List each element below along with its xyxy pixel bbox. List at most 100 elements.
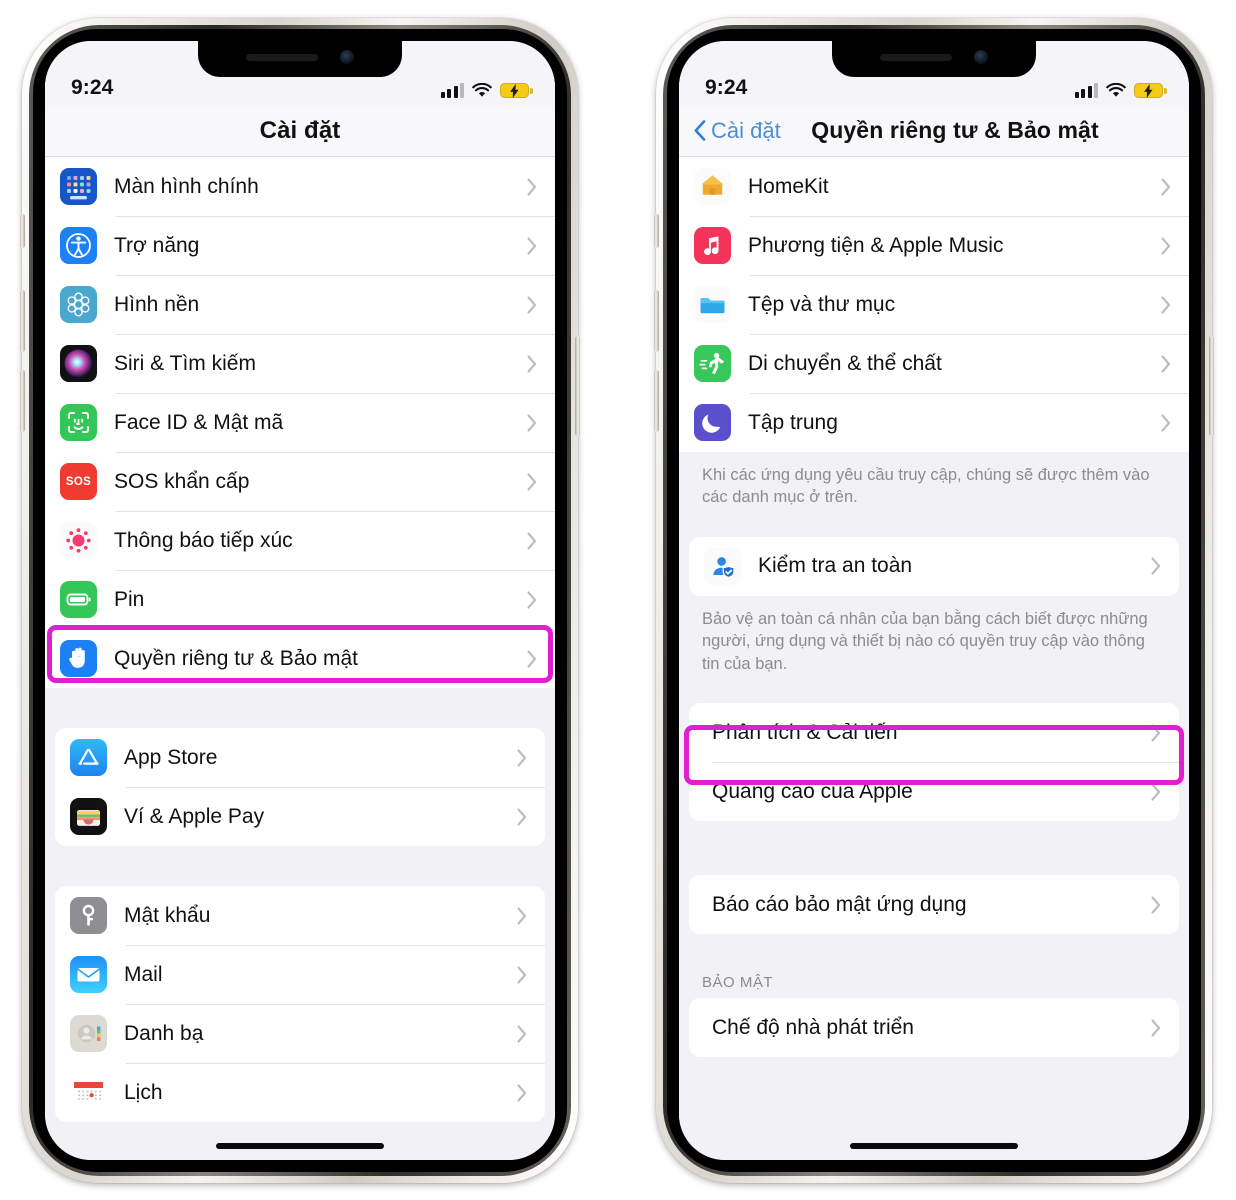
volume-down-button[interactable] xyxy=(20,370,25,432)
wallpaper-icon xyxy=(60,286,97,323)
back-button-label: Cài đặt xyxy=(711,117,781,143)
fitness-motion-icon xyxy=(694,345,731,382)
cellular-bars-icon xyxy=(1074,83,1098,98)
home-indicator[interactable] xyxy=(850,1143,1018,1149)
sidebar-item-safety-check[interactable]: Kiểm tra an toàn xyxy=(689,537,1179,596)
status-time: 9:24 xyxy=(705,76,748,99)
mail-icon xyxy=(70,956,107,993)
battery-charging-low-power-icon xyxy=(500,83,533,98)
sidebar-item-files-folders[interactable]: Tệp và thư mục xyxy=(679,275,1189,334)
home-screen-icon xyxy=(60,168,97,205)
sidebar-item-label: Mật khẩu xyxy=(124,903,211,927)
sidebar-item-calendar[interactable]: Lịch xyxy=(55,1063,545,1122)
siri-search-icon xyxy=(60,345,97,382)
sidebar-item-label: Ví & Apple Pay xyxy=(124,804,265,828)
sidebar-item-label: Phương tiện & Apple Music xyxy=(748,233,1004,257)
back-button[interactable]: Cài đặt xyxy=(694,118,781,144)
chevron-right-icon xyxy=(517,748,527,767)
wallet-icon xyxy=(70,798,107,835)
sidebar-item-label: Hình nền xyxy=(114,292,200,316)
chevron-right-icon xyxy=(527,236,537,255)
sidebar-item-siri-search[interactable]: Siri & Tìm kiếm xyxy=(45,334,555,393)
apple-music-icon xyxy=(694,227,731,264)
sidebar-item-label: Di chuyển & thể chất xyxy=(748,351,942,375)
screenshot-stage: 9:24 Cài đặt Màn hình chính Trợ năng Hìn… xyxy=(0,0,1236,1200)
sidebar-item-label: Màn hình chính xyxy=(114,174,259,198)
focus-moon-icon xyxy=(694,404,731,441)
sidebar-item-app-store[interactable]: App Store xyxy=(55,728,545,787)
files-folder-icon xyxy=(694,286,731,323)
sidebar-item-label: App Store xyxy=(124,745,218,769)
sidebar-item-label: Tệp và thư mục xyxy=(748,292,896,316)
sos-icon: SOS xyxy=(60,463,97,500)
chevron-left-icon xyxy=(694,120,706,141)
sidebar-item-contacts[interactable]: Danh bạ xyxy=(55,1004,545,1063)
chevron-right-icon xyxy=(1161,354,1171,373)
sidebar-item-label: Kiểm tra an toàn xyxy=(758,554,913,578)
mute-switch[interactable] xyxy=(654,214,659,248)
status-time: 9:24 xyxy=(71,76,114,99)
chevron-right-icon xyxy=(527,649,537,668)
chevron-right-icon xyxy=(1151,724,1161,742)
wifi-icon xyxy=(472,83,492,97)
sidebar-item-exposure-notifications[interactable]: Thông báo tiếp xúc xyxy=(45,511,555,570)
nav-bar-privacy: Cài đặt Quyền riêng tư & Bảo mật xyxy=(679,105,1189,157)
chevron-right-icon xyxy=(527,531,537,550)
sidebar-item-wallet-apple-pay[interactable]: Ví & Apple Pay xyxy=(55,787,545,846)
sidebar-item-developer-mode[interactable]: Chế độ nhà phát triển xyxy=(689,998,1179,1057)
power-button[interactable] xyxy=(575,336,580,436)
front-camera-icon xyxy=(974,50,988,64)
sidebar-item-motion-fitness[interactable]: Di chuyển & thể chất xyxy=(679,334,1189,393)
sidebar-item-apple-advertising[interactable]: Quảng cáo của Apple xyxy=(689,762,1179,821)
sidebar-item-passwords[interactable]: Mật khẩu xyxy=(55,886,545,945)
chevron-right-icon xyxy=(1161,177,1171,196)
earpiece-speaker xyxy=(880,53,952,61)
sidebar-item-label: Phân tích & Cải tiến xyxy=(712,720,898,744)
power-button[interactable] xyxy=(1209,336,1214,436)
sidebar-item-mail[interactable]: Mail xyxy=(55,945,545,1004)
sidebar-item-homekit[interactable]: HomeKit xyxy=(679,157,1189,216)
battery-icon xyxy=(60,581,97,618)
exposure-notification-icon xyxy=(60,522,97,559)
passwords-key-icon xyxy=(70,897,107,934)
sidebar-item-wallpaper[interactable]: Hình nền xyxy=(45,275,555,334)
app-store-icon xyxy=(70,739,107,776)
chevron-right-icon xyxy=(1151,783,1161,801)
sidebar-item-accessibility[interactable]: Trợ năng xyxy=(45,216,555,275)
sidebar-item-media-apple-music[interactable]: Phương tiện & Apple Music xyxy=(679,216,1189,275)
chevron-right-icon xyxy=(1161,413,1171,432)
nav-bar-settings: Cài đặt xyxy=(45,105,555,157)
sidebar-item-analytics-improvements[interactable]: Phân tích & Cải tiến xyxy=(689,703,1179,762)
sidebar-item-privacy-security[interactable]: Quyền riêng tư & Bảo mật xyxy=(45,629,555,688)
sidebar-item-label: Báo cáo bảo mật ứng dụng xyxy=(712,892,967,916)
mute-switch[interactable] xyxy=(20,214,25,248)
settings-group-system: Màn hình chính Trợ năng Hình nền Siri & … xyxy=(45,157,555,688)
chevron-right-icon xyxy=(1161,295,1171,314)
page-title: Quyền riêng tư & Bảo mật xyxy=(811,117,1099,143)
accessibility-icon xyxy=(60,227,97,264)
home-indicator[interactable] xyxy=(216,1143,384,1149)
privacy-scroll-list[interactable]: HomeKit Phương tiện & Apple Music Tệp và… xyxy=(679,157,1189,1160)
volume-down-button[interactable] xyxy=(654,370,659,432)
sidebar-item-face-id[interactable]: Face ID & Mật mã xyxy=(45,393,555,452)
sidebar-item-label: Mail xyxy=(124,962,163,986)
footnote-safety-check: Bảo vệ an toàn cá nhân của bạn bằng cách… xyxy=(702,609,1148,673)
earpiece-speaker xyxy=(246,53,318,61)
chevron-right-icon xyxy=(517,1083,527,1102)
chevron-right-icon xyxy=(527,295,537,314)
sidebar-item-app-privacy-report[interactable]: Báo cáo bảo mật ứng dụng xyxy=(689,875,1179,934)
sidebar-item-focus[interactable]: Tập trung xyxy=(679,393,1189,452)
sidebar-item-battery[interactable]: Pin xyxy=(45,570,555,629)
sidebar-item-label: Lịch xyxy=(124,1080,163,1104)
status-bar: 9:24 xyxy=(45,41,555,105)
volume-up-button[interactable] xyxy=(20,290,25,352)
face-id-icon xyxy=(60,404,97,441)
volume-up-button[interactable] xyxy=(654,290,659,352)
notch xyxy=(832,41,1036,77)
homekit-icon xyxy=(694,168,731,205)
settings-scroll-list[interactable]: Màn hình chính Trợ năng Hình nền Siri & … xyxy=(45,157,555,1160)
sidebar-item-emergency-sos[interactable]: SOS SOS khẩn cấp xyxy=(45,452,555,511)
phone-device-privacy: 9:24 Cài đặt Quyền riêng tư & Bảo mật Ho… xyxy=(654,18,1214,1183)
sidebar-item-label: Trợ năng xyxy=(114,233,200,257)
sidebar-item-home-screen[interactable]: Màn hình chính xyxy=(45,157,555,216)
